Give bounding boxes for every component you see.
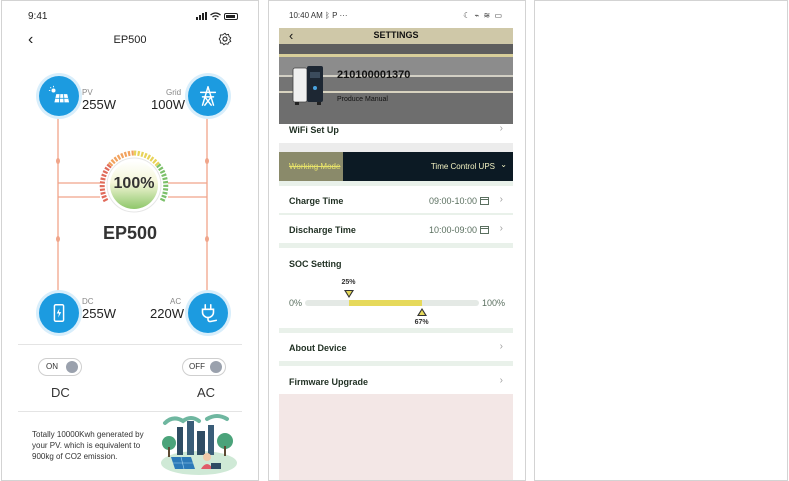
soc-max-label: 100% (482, 298, 506, 308)
soc-setting-title: SOC Setting (289, 259, 342, 269)
dc-toggle-knob (66, 361, 78, 373)
ac-node[interactable] (188, 293, 228, 333)
row-divider (279, 213, 513, 215)
calendar-icon (480, 197, 489, 205)
empty-area (279, 394, 513, 480)
status-time: 10:40 AM ᛒ P ··· (289, 11, 348, 20)
section-separator (279, 181, 513, 186)
chevron-right-icon: › (499, 123, 503, 134)
dc-label: DC (82, 297, 94, 306)
calendar-icon (480, 226, 489, 234)
dc-toggle-label: DC (51, 385, 70, 400)
chevron-right-icon: › (499, 194, 503, 205)
discharge-time-value: 10:00-09:00 (429, 225, 489, 235)
battery-percent: 100% (113, 175, 155, 192)
device-serial: 210100001370 (337, 69, 411, 81)
section-separator (279, 361, 513, 366)
soc-slider-range (348, 300, 422, 306)
solar-panel-icon (48, 85, 70, 103)
status-extra: P ··· (332, 11, 348, 20)
eco-summary-text: Totally 10000Kwh generated by your PV. w… (32, 430, 144, 461)
chevron-right-icon: › (499, 341, 503, 352)
dc-node[interactable] (39, 293, 79, 333)
soc-high-handle[interactable] (416, 308, 427, 316)
section-separator (279, 143, 513, 152)
charge-time-label: Charge Time (289, 196, 344, 206)
ac-toggle[interactable]: OFF (182, 358, 226, 376)
dc-toggle[interactable]: ON (38, 358, 82, 376)
working-mode-label: Working Mode (289, 162, 341, 171)
power-station-image (292, 66, 323, 105)
blank-screen (534, 0, 788, 481)
product-manual-link[interactable]: Produce Manual (337, 96, 388, 103)
about-device-label: About Device (289, 343, 347, 353)
firmware-upgrade-row[interactable]: Firmware Upgrade › (279, 370, 513, 394)
bluetooth-icon: ᛒ (325, 11, 330, 20)
ac-label: AC (170, 297, 182, 306)
working-mode-row[interactable]: Working Mode Time Control UPS ⌄ (279, 152, 513, 181)
section-separator (279, 243, 513, 248)
grid-label: Grid (166, 88, 182, 97)
status-clock: 10:40 AM (289, 11, 323, 20)
grid-node[interactable] (188, 76, 228, 116)
settings-screen: 10:40 AM ᛒ P ··· ☾ ⌁ ≋ ▭ ‹ SETTINGS 2101… (268, 0, 526, 481)
eco-city-illustration (161, 414, 237, 475)
charge-time-row[interactable]: Charge Time 09:00-10:00 › (279, 189, 513, 213)
pv-value: 255W (82, 97, 116, 112)
status-bar: 10:40 AM ᛒ P ··· ☾ ⌁ ≋ ▭ (269, 9, 525, 23)
working-mode-value: Time Control UPS (430, 162, 495, 171)
ac-toggle-knob (210, 361, 222, 373)
charge-time-value: 09:00-10:00 (429, 196, 489, 206)
settings-header: ‹ SETTINGS 210100001370 Produce Manual (279, 28, 513, 124)
power-tower-icon (199, 86, 217, 106)
phone-charging-icon (53, 304, 65, 322)
discharge-time-text: 10:00-09:00 (428, 225, 477, 235)
discharge-time-row[interactable]: Discharge Time 10:00-09:00 › (279, 218, 513, 242)
discharge-time-label: Discharge Time (289, 225, 356, 235)
section-separator (279, 328, 513, 333)
soc-low-handle[interactable] (343, 290, 354, 298)
grid-value: 100W (151, 97, 185, 112)
wifi-setup-row[interactable]: WiFi Set Up › (279, 118, 513, 142)
status-icons: ☾ ⌁ ≋ ▭ (463, 11, 503, 20)
divider (18, 344, 242, 345)
plug-icon (201, 303, 218, 323)
pv-label: PV (82, 88, 93, 97)
pv-node[interactable] (39, 76, 79, 116)
chevron-right-icon: › (499, 223, 503, 234)
ep500-overview-screen: 9:41 ‹ EP500 PV 255W Grid 100W 100% EP50… (1, 0, 259, 481)
page-title: SETTINGS (373, 30, 419, 40)
charge-time-text: 09:00-10:00 (428, 196, 477, 206)
ac-value: 220W (150, 306, 184, 321)
ac-toggle-state: OFF (189, 362, 205, 371)
ac-toggle-label: AC (197, 385, 216, 400)
chevron-down-icon: ⌄ (500, 160, 507, 169)
soc-low-value: 25% (341, 279, 356, 286)
chevron-right-icon: › (499, 375, 503, 386)
header-band (279, 44, 513, 54)
firmware-upgrade-label: Firmware Upgrade (289, 377, 369, 387)
wifi-setup-label: WiFi Set Up (289, 125, 339, 135)
device-name: EP500 (102, 223, 158, 243)
soc-high-value: 67% (414, 319, 429, 326)
soc-slider-track[interactable] (305, 300, 479, 306)
divider (18, 411, 242, 412)
about-device-row[interactable]: About Device › (279, 336, 513, 360)
soc-min-label: 0% (289, 298, 303, 308)
dc-value: 255W (82, 306, 116, 321)
dc-toggle-state: ON (46, 362, 58, 371)
